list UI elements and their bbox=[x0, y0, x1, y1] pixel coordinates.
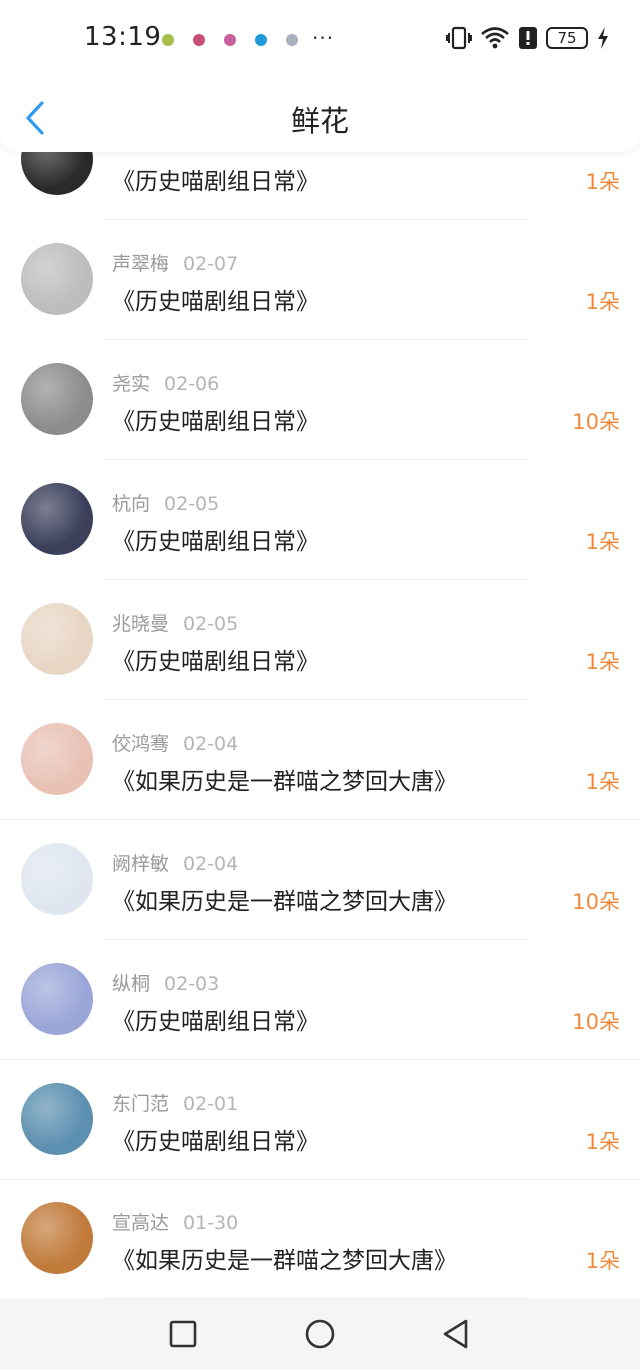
flower-count: 1朵 bbox=[585, 1130, 620, 1154]
item-meta: 声翠梅 02-07 bbox=[112, 249, 238, 276]
flower-count: 1朵 bbox=[585, 290, 620, 314]
list-item[interactable]: 纵桐 02-03 《历史喵剧组日常》 10朵 bbox=[0, 940, 640, 1060]
book-title: 《历史喵剧组日常》 bbox=[112, 529, 319, 555]
item-meta: 东门范 02-01 bbox=[112, 1089, 238, 1116]
item-date: 02-04 bbox=[183, 733, 239, 755]
flower-count: 1朵 bbox=[585, 1249, 620, 1273]
flower-count: 1朵 bbox=[585, 770, 620, 794]
book-title: 《历史喵剧组日常》 bbox=[112, 649, 319, 675]
notification-icon bbox=[224, 34, 236, 46]
book-title: 《历史喵剧组日常》 bbox=[112, 409, 319, 435]
book-title: 《如果历史是一群喵之梦回大唐》 bbox=[112, 1248, 457, 1274]
user-name: 纵桐 bbox=[112, 973, 151, 995]
user-name: 兆晓曼 bbox=[112, 613, 170, 635]
book-title: 《历史喵剧组日常》 bbox=[112, 289, 319, 315]
book-title: 《历史喵剧组日常》 bbox=[112, 1009, 319, 1035]
charging-icon bbox=[598, 27, 608, 49]
list-item[interactable]: 宣高达 01-30 《如果历史是一群喵之梦回大唐》 1朵 bbox=[0, 1179, 640, 1299]
item-date: 02-01 bbox=[183, 1093, 239, 1115]
status-time: 13:19 bbox=[84, 22, 162, 52]
wifi-icon bbox=[481, 27, 509, 49]
avatar[interactable] bbox=[21, 243, 93, 315]
user-name: 宣高达 bbox=[112, 1212, 170, 1234]
vibrate-icon bbox=[446, 26, 472, 50]
item-date: 02-07 bbox=[183, 253, 239, 275]
item-date: 02-06 bbox=[164, 373, 220, 395]
list-item[interactable]: 尧实 02-06 《历史喵剧组日常》 10朵 bbox=[0, 340, 640, 460]
item-meta: 宣高达 01-30 bbox=[112, 1208, 238, 1235]
notification-icon bbox=[162, 34, 174, 46]
book-title: 《历史喵剧组日常》 bbox=[112, 1129, 319, 1155]
book-title: 《历史喵剧组日常》 bbox=[112, 169, 319, 195]
user-name: 东门范 bbox=[112, 1093, 170, 1115]
nav-back-button[interactable] bbox=[437, 1316, 473, 1352]
item-date: 02-05 bbox=[164, 493, 220, 515]
flower-count: 10朵 bbox=[572, 1010, 620, 1034]
avatar[interactable] bbox=[21, 483, 93, 555]
item-meta: 纵桐 02-03 bbox=[112, 969, 219, 996]
user-name: 声翠梅 bbox=[112, 253, 170, 275]
user-name: 杭向 bbox=[112, 493, 151, 515]
item-meta: 阙梓敏 02-04 bbox=[112, 849, 238, 876]
more-notifications-icon: ... bbox=[312, 20, 335, 44]
circle-icon bbox=[305, 1319, 335, 1349]
list-item[interactable]: 兆晓曼 02-05 《历史喵剧组日常》 1朵 bbox=[0, 580, 640, 700]
page-title: 鲜花 bbox=[290, 104, 349, 138]
notification-icon bbox=[255, 34, 267, 46]
item-meta: 尧实 02-06 bbox=[112, 369, 219, 396]
notification-icon bbox=[286, 34, 298, 46]
item-meta: 佼鸿骞 02-04 bbox=[112, 729, 238, 756]
avatar[interactable] bbox=[21, 603, 93, 675]
flower-count: 1朵 bbox=[585, 530, 620, 554]
recent-apps-button[interactable] bbox=[165, 1316, 201, 1352]
system-icons: 75 bbox=[446, 26, 610, 50]
alert-icon bbox=[519, 27, 537, 49]
flower-count: 1朵 bbox=[585, 170, 620, 194]
avatar[interactable] bbox=[21, 1202, 93, 1274]
list-item[interactable]: 东门范 02-01 《历史喵剧组日常》 1朵 bbox=[0, 1060, 640, 1180]
flower-count: 10朵 bbox=[572, 410, 620, 434]
avatar[interactable] bbox=[21, 963, 93, 1035]
list-item[interactable]: 阙梓敏 02-04 《如果历史是一群喵之梦回大唐》 10朵 bbox=[0, 820, 640, 940]
list-item[interactable]: 声翠梅 02-07 《历史喵剧组日常》 1朵 bbox=[0, 220, 640, 340]
status-bar: 13:19 ... 75 bbox=[0, 18, 640, 58]
home-button[interactable] bbox=[302, 1316, 338, 1352]
item-meta: 兆晓曼 02-05 bbox=[112, 609, 238, 636]
notification-icon bbox=[193, 34, 205, 46]
avatar[interactable] bbox=[21, 363, 93, 435]
item-date: 02-05 bbox=[183, 613, 239, 635]
book-title: 《如果历史是一群喵之梦回大唐》 bbox=[112, 769, 457, 795]
user-name: 阙梓敏 bbox=[112, 853, 170, 875]
top-bar: 13:19 ... 75 鲜花 bbox=[0, 0, 640, 152]
user-name: 佼鸿骞 bbox=[112, 733, 170, 755]
item-date: 01-30 bbox=[183, 1212, 239, 1234]
list-item[interactable]: 杭向 02-05 《历史喵剧组日常》 1朵 bbox=[0, 460, 640, 580]
avatar[interactable] bbox=[21, 1083, 93, 1155]
square-icon bbox=[169, 1320, 197, 1348]
system-nav-bar bbox=[0, 1299, 640, 1369]
avatar[interactable] bbox=[21, 843, 93, 915]
list-item[interactable]: 佼鸿骞 02-04 《如果历史是一群喵之梦回大唐》 1朵 bbox=[0, 700, 640, 820]
flower-count: 10朵 bbox=[572, 890, 620, 914]
item-meta: 杭向 02-05 bbox=[112, 489, 219, 516]
user-name: 尧实 bbox=[112, 373, 151, 395]
item-date: 02-03 bbox=[164, 973, 220, 995]
avatar[interactable] bbox=[21, 723, 93, 795]
battery-level: 75 bbox=[546, 27, 588, 49]
book-title: 《如果历史是一群喵之梦回大唐》 bbox=[112, 889, 457, 915]
flower-count: 1朵 bbox=[585, 650, 620, 674]
item-date: 02-04 bbox=[183, 853, 239, 875]
triangle-back-icon bbox=[443, 1319, 468, 1349]
